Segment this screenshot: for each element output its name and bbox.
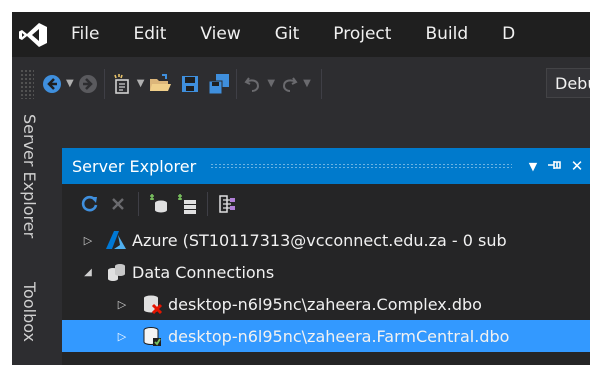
server-explorer-tree: ▷ Azure (ST10117313@vcconnect.edu.za - 0… [62, 224, 590, 352]
connect-database-icon [150, 194, 167, 213]
server-explorer-toolbar [62, 184, 590, 224]
expand-arrow-icon[interactable]: ▷ [114, 330, 130, 343]
menu-edit[interactable]: Edit [116, 12, 183, 57]
panel-title: Server Explorer [72, 156, 197, 176]
connect-server-icon [178, 194, 196, 214]
tool-separator [207, 192, 208, 216]
connect-to-database-button[interactable] [145, 189, 173, 219]
menu-file[interactable]: File [54, 12, 116, 57]
class-hierarchy-icon [219, 195, 235, 213]
refresh-button[interactable] [76, 189, 104, 219]
database-disconnected-icon [140, 292, 164, 316]
panel-title-bar[interactable]: Server Explorer ▼ ✕ [62, 148, 590, 184]
toolbar-separator [236, 68, 238, 99]
cancel-x-icon [112, 198, 124, 210]
toolbar-separator [103, 68, 105, 99]
open-folder-icon [150, 73, 172, 91]
menu-project[interactable]: Project [316, 12, 408, 57]
tree-node-label: desktop-n6l95nc\zaheera.FarmCentral.dbo [168, 326, 510, 346]
tree-node-connection-farmcentral[interactable]: ▷ desktop-n6l95nc\zaheera.FarmCentral.db… [62, 320, 590, 352]
tree-node-connection-complex[interactable]: ▷ desktop-n6l95nc\zaheera.Complex.dbo [62, 288, 590, 320]
undo-button[interactable] [243, 69, 263, 99]
solution-configuration-dropdown[interactable]: Debu [546, 68, 590, 98]
save-icon [182, 75, 199, 92]
title-grip [210, 163, 512, 169]
expand-arrow-icon[interactable]: ▷ [114, 298, 130, 311]
close-icon[interactable]: ✕ [566, 157, 588, 175]
toolbar-grip[interactable] [20, 68, 34, 99]
menu-view[interactable]: View [183, 12, 257, 57]
menu-debug[interactable]: D [485, 12, 532, 57]
menu-bar: File Edit View Git Project Build D [12, 12, 590, 57]
tree-node-label: Azure (ST10117313@vcconnect.edu.za - 0 s… [132, 230, 507, 250]
database-connected-icon [140, 324, 164, 348]
open-file-button[interactable] [148, 69, 172, 99]
back-button[interactable] [42, 69, 62, 99]
stop-refresh-button[interactable] [104, 189, 132, 219]
expand-arrow-icon[interactable]: ▷ [80, 234, 96, 247]
save-all-icon [208, 73, 230, 94]
redo-button[interactable] [279, 69, 299, 99]
toolbar-separator [320, 68, 322, 99]
side-tab-toolbox[interactable]: Toolbox [20, 282, 39, 342]
forward-button[interactable] [78, 69, 98, 99]
undo-dropdown-icon[interactable]: ▼ [267, 78, 275, 89]
server-explorer-panel: Server Explorer ▼ ✕ ▷ Azure (ST10117313@… [62, 148, 590, 365]
visual-studio-window: File Edit View Git Project Build D ▼ ▼ ▼… [12, 12, 590, 365]
forward-arrow-icon [78, 74, 97, 93]
redo-dropdown-icon[interactable]: ▼ [303, 78, 311, 89]
tool-separator [138, 192, 139, 216]
visual-studio-logo-icon[interactable] [12, 12, 54, 57]
undo-icon [244, 76, 260, 92]
tree-node-label: Data Connections [132, 262, 275, 282]
collapse-arrow-icon[interactable]: ◢ [80, 267, 96, 278]
side-tab-server-explorer[interactable]: Server Explorer [20, 114, 39, 238]
tree-node-data-connections[interactable]: ◢ Data Connections [62, 256, 590, 288]
tree-node-azure[interactable]: ▷ Azure (ST10117313@vcconnect.edu.za - 0… [62, 224, 590, 256]
back-dropdown-icon[interactable]: ▼ [66, 78, 74, 89]
auto-hide-pin-icon[interactable] [544, 157, 566, 175]
window-position-dropdown-icon[interactable]: ▼ [522, 160, 544, 173]
new-project-button[interactable] [111, 69, 133, 99]
tree-node-label: desktop-n6l95nc\zaheera.Complex.dbo [168, 294, 482, 314]
menu-git[interactable]: Git [258, 12, 317, 57]
connect-to-server-button[interactable] [173, 189, 201, 219]
save-button[interactable] [180, 69, 200, 99]
save-all-button[interactable] [208, 69, 230, 99]
back-arrow-icon [43, 74, 61, 93]
menu-build[interactable]: Build [408, 12, 485, 57]
show-hierarchy-button[interactable] [214, 189, 242, 219]
azure-icon [104, 228, 128, 252]
data-connections-icon [104, 260, 128, 284]
new-project-icon [113, 73, 129, 94]
side-tab-strip: Server Explorer Toolbox [12, 110, 56, 365]
standard-toolbar: ▼ ▼ ▼ ▼ Deb [12, 57, 590, 110]
redo-icon [283, 76, 298, 92]
new-project-dropdown-icon[interactable]: ▼ [137, 78, 145, 89]
refresh-icon [81, 195, 98, 212]
